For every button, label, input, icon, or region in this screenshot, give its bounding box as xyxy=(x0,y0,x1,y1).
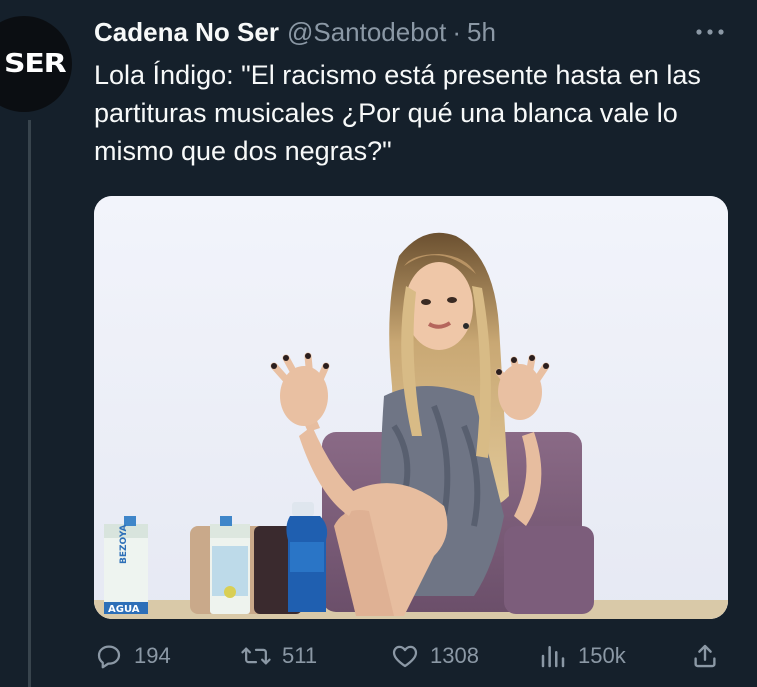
views-count: 150k xyxy=(578,643,626,668)
views-button[interactable]: 150k xyxy=(538,636,626,676)
user-handle[interactable]: @Santodebot xyxy=(287,17,446,48)
like-count: 1308 xyxy=(430,643,479,668)
heart-icon xyxy=(392,645,418,668)
reply-icon xyxy=(97,645,121,669)
like-button[interactable]: 1308 xyxy=(390,636,479,676)
bottle-label-agua: AGUA xyxy=(108,604,140,615)
retweet-icon xyxy=(241,647,271,665)
tweet-media-photo[interactable]: BEZOYA AGUA xyxy=(94,196,728,619)
avatar[interactable]: SER xyxy=(0,16,72,112)
retweet-button[interactable]: 511 xyxy=(240,636,317,676)
timestamp[interactable]: 5h xyxy=(467,17,496,48)
display-name[interactable]: Cadena No Ser xyxy=(94,17,279,48)
tweet-header: Cadena No Ser @Santodebot · 5h xyxy=(94,14,727,50)
share-icon xyxy=(694,644,716,668)
reply-count: 194 xyxy=(134,643,171,668)
retweet-count: 511 xyxy=(282,643,318,668)
separator-dot: · xyxy=(452,16,462,47)
more-horizontal-icon[interactable] xyxy=(693,22,727,42)
analytics-icon xyxy=(541,646,565,668)
thread-line xyxy=(28,120,31,687)
avatar-logo: SER xyxy=(4,49,67,79)
reply-button[interactable]: 194 xyxy=(94,636,171,676)
bottle-label-bezoya: BEZOYA xyxy=(119,524,129,564)
share-button[interactable] xyxy=(690,636,730,676)
photo-illustration: BEZOYA AGUA xyxy=(94,196,728,619)
tweet[interactable]: SER Cadena No Ser @Santodebot · 5h Lola … xyxy=(0,0,757,687)
tweet-actions: 194 511 1308 150k xyxy=(94,636,734,676)
tweet-text: Lola Índigo: "El racismo está presente h… xyxy=(94,60,701,166)
